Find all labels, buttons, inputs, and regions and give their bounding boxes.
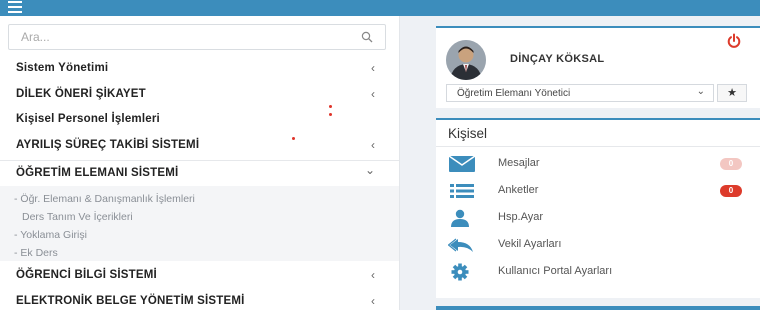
divider bbox=[436, 146, 760, 147]
role-select[interactable]: Öğretim Elemanı Yönetici ⌄ bbox=[446, 84, 714, 102]
search-icon[interactable] bbox=[361, 31, 373, 43]
personal-item-vekil-ayarlari[interactable]: Vekil Ayarları bbox=[444, 234, 754, 256]
personal-item-label: Anketler bbox=[498, 184, 539, 196]
menu-item-label: Sistem Yönetimi bbox=[16, 62, 109, 74]
top-navbar bbox=[0, 0, 760, 16]
chevron-left-icon: ‹ bbox=[371, 294, 375, 308]
star-icon: ★ bbox=[727, 87, 737, 99]
submenu-item-ders-tanim[interactable]: Ders Tanım Ve İçerikleri bbox=[22, 211, 133, 223]
user-name: DİNÇAY KÖKSAL bbox=[510, 53, 605, 65]
menu-item-sistem-yonetimi[interactable]: Sistem Yönetimi ‹ bbox=[0, 56, 399, 80]
chevron-left-icon: ‹ bbox=[371, 87, 375, 101]
search-input[interactable] bbox=[9, 25, 349, 49]
menu-item-label: ÖĞRETİM ELEMANI SİSTEMİ bbox=[16, 167, 179, 179]
personal-item-label: Kullanıcı Portal Ayarları bbox=[498, 265, 613, 277]
reply-all-icon bbox=[448, 238, 473, 252]
menu-item-label: ELEKTRONİK BELGE YÖNETİM SİSTEMİ bbox=[16, 295, 245, 307]
role-select-value: Öğretim Elemanı Yönetici bbox=[457, 88, 571, 99]
favorite-button[interactable]: ★ bbox=[717, 84, 747, 102]
menu-item-ayrilis-surec[interactable]: AYRILIŞ SÜREÇ TAKİBİ SİSTEMİ ‹ bbox=[0, 133, 399, 157]
submenu-item-yoklama[interactable]: - Yoklama Girişi bbox=[14, 229, 87, 241]
personal-item-label: Vekil Ayarları bbox=[498, 238, 562, 250]
chevron-left-icon: ‹ bbox=[371, 138, 375, 152]
avatar bbox=[446, 40, 486, 80]
chevron-left-icon: ‹ bbox=[371, 61, 375, 75]
menu-item-label: Kişisel Personel İşlemleri bbox=[16, 113, 160, 125]
user-icon bbox=[451, 209, 469, 227]
notification-dot bbox=[329, 113, 332, 116]
menu-item-label: DİLEK ÖNERİ ŞİKAYET bbox=[16, 88, 146, 100]
personal-item-portal-ayarlari[interactable]: Kullanıcı Portal Ayarları bbox=[444, 261, 754, 283]
personal-item-hsp-ayar[interactable]: Hsp.Ayar bbox=[444, 207, 754, 229]
envelope-icon bbox=[448, 155, 476, 172]
profile-card: DİNÇAY KÖKSAL Öğretim Elemanı Yönetici ⌄… bbox=[436, 26, 760, 108]
menu-item-label: AYRILIŞ SÜREÇ TAKİBİ SİSTEMİ bbox=[16, 139, 200, 151]
chevron-left-icon: ‹ bbox=[371, 268, 375, 282]
notification-dot bbox=[329, 105, 332, 108]
sidebar: Sistem Yönetimi ‹ DİLEK ÖNERİ ŞİKAYET ‹ … bbox=[0, 16, 400, 310]
submenu-ogretim: - Öğr. Elemanı & Danışmanlık İşlemleri D… bbox=[0, 186, 399, 261]
surveys-badge: 0 bbox=[720, 185, 742, 197]
menu-item-label: ÖĞRENCİ BİLGİ SİSTEMİ bbox=[16, 269, 157, 281]
search-box bbox=[8, 24, 386, 50]
messages-badge: 0 bbox=[720, 158, 742, 170]
menu-item-dilek-oneri-sikayet[interactable]: DİLEK ÖNERİ ŞİKAYET ‹ bbox=[0, 82, 399, 106]
gear-icon bbox=[451, 263, 469, 281]
menu-item-ogretim-elemani[interactable]: ÖĞRETİM ELEMANI SİSTEMİ ⌄ bbox=[0, 160, 399, 185]
personal-item-label: Hsp.Ayar bbox=[498, 211, 544, 223]
menu-item-ogrenci-bilgi[interactable]: ÖĞRENCİ BİLGİ SİSTEMİ ‹ bbox=[0, 263, 399, 287]
personal-card: Kişisel Mesajlar 0 Anketler 0 Hsp.Ayar V… bbox=[436, 118, 760, 298]
personal-item-mesajlar[interactable]: Mesajlar 0 bbox=[444, 153, 754, 175]
menu-item-elektronik-belge[interactable]: ELEKTRONİK BELGE YÖNETİM SİSTEMİ ‹ bbox=[0, 289, 399, 310]
chevron-down-icon: ⌄ bbox=[364, 163, 375, 177]
submenu-item-danismanlik[interactable]: - Öğr. Elemanı & Danışmanlık İşlemleri bbox=[14, 193, 195, 205]
power-icon[interactable] bbox=[726, 33, 742, 49]
personal-card-title: Kişisel bbox=[448, 126, 488, 141]
user-photo-icon bbox=[446, 40, 486, 80]
menu-item-kisisel-personel[interactable]: Kişisel Personel İşlemleri bbox=[0, 107, 399, 131]
personal-item-label: Mesajlar bbox=[498, 157, 540, 169]
personal-item-anketler[interactable]: Anketler 0 bbox=[444, 180, 754, 202]
next-card-header bbox=[436, 306, 760, 310]
list-icon bbox=[450, 184, 474, 198]
submenu-item-ek-ders[interactable]: - Ek Ders bbox=[14, 247, 58, 259]
chevron-down-icon: ⌄ bbox=[696, 86, 705, 97]
hamburger-menu-icon[interactable] bbox=[8, 1, 22, 13]
